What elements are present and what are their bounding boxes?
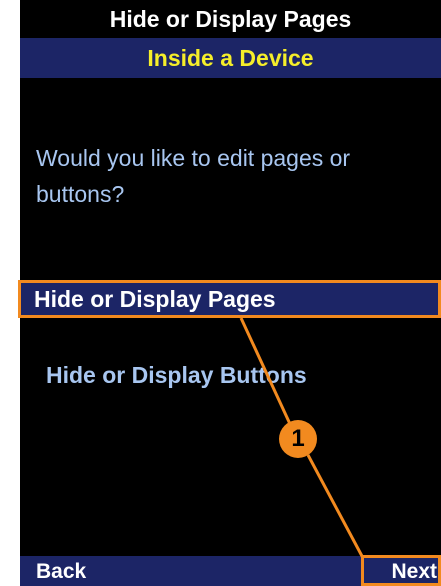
option-hide-display-pages[interactable]: Hide or Display Pages [20,281,441,317]
option-hide-display-buttons[interactable]: Hide or Display Buttons [20,357,441,393]
callout-badge: 1 [279,420,317,458]
screen-title: Hide or Display Pages [20,0,441,38]
device-screen: Hide or Display Pages Inside a Device Wo… [20,0,441,586]
screen-subtitle: Inside a Device [20,38,441,78]
softkey-bar: Back Next [20,556,441,586]
next-softkey[interactable]: Next [391,556,437,586]
prompt-text: Would you like to edit pages or buttons? [36,145,351,207]
back-softkey[interactable]: Back [36,556,86,586]
